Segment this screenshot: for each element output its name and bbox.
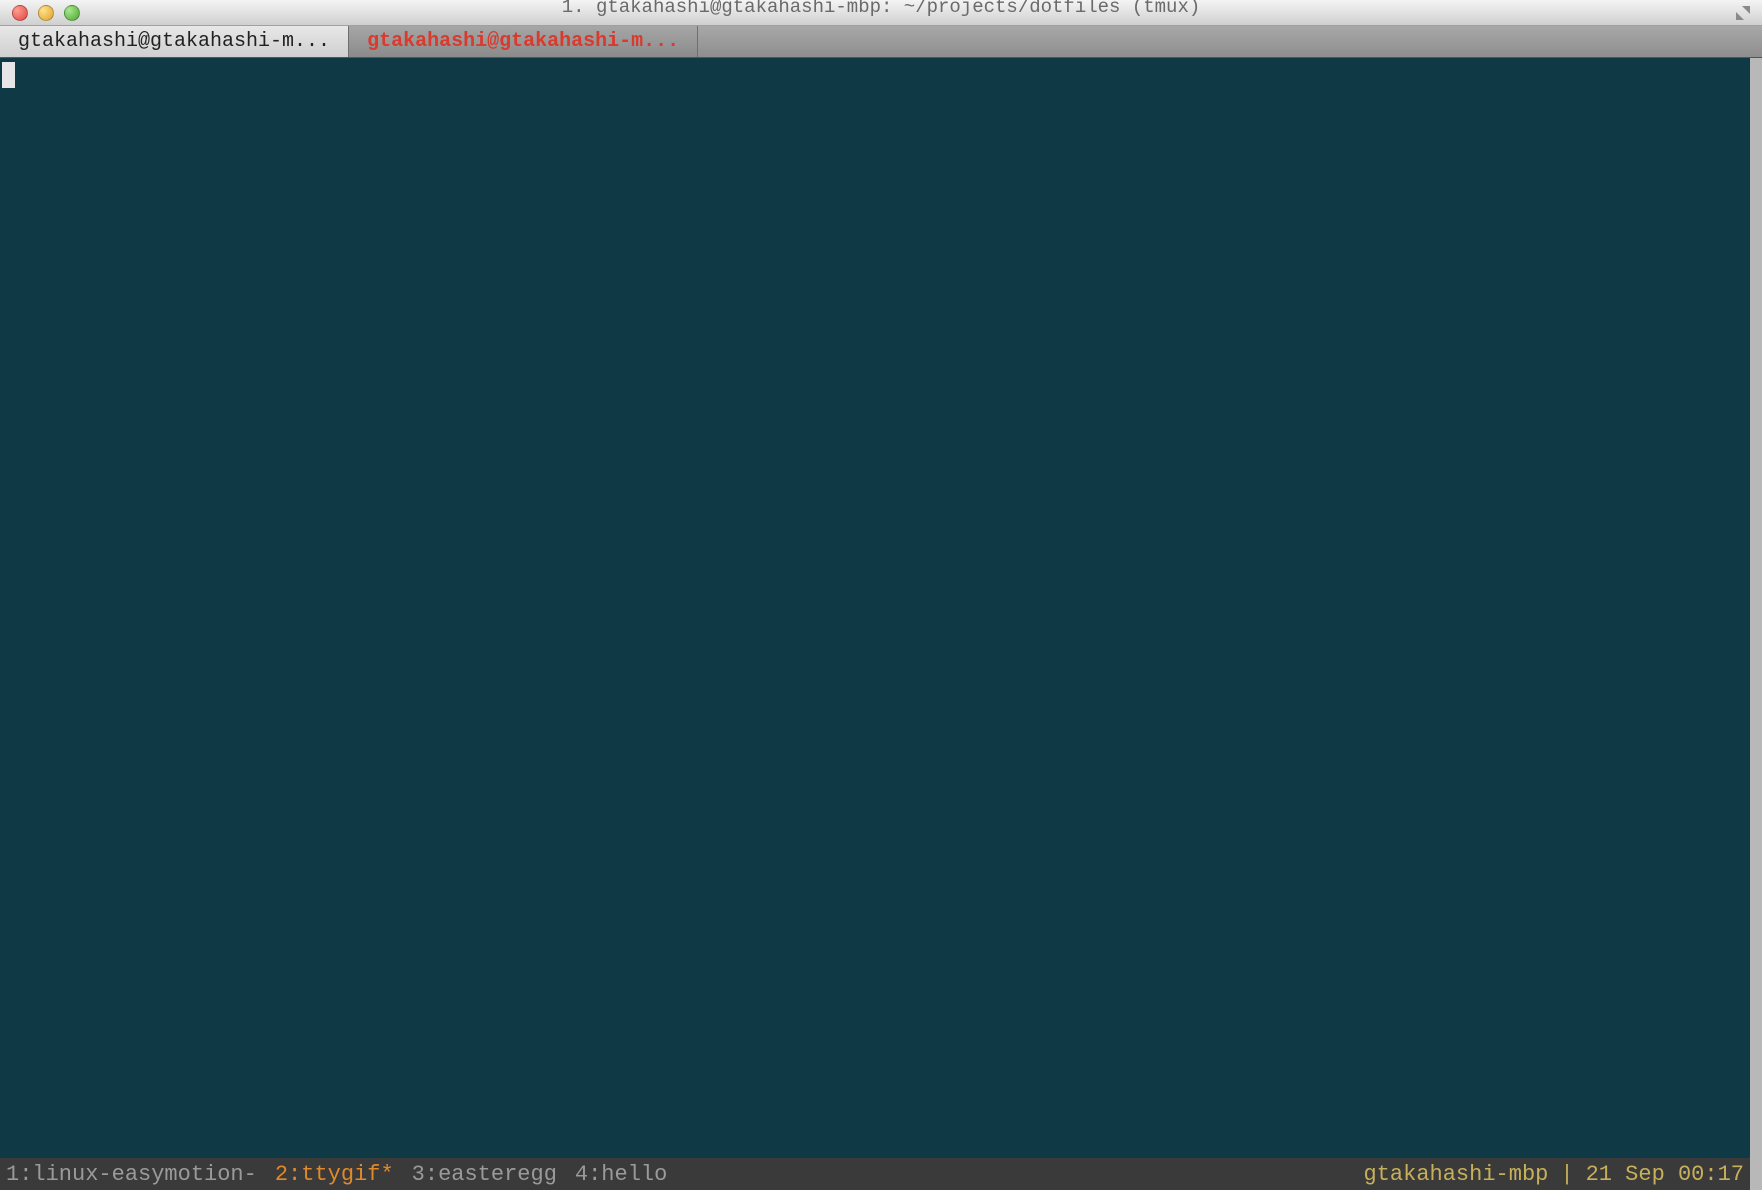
terminal-tab-2[interactable]: gtakahashi@gtakahashi-m... bbox=[349, 26, 698, 57]
window-titlebar: 1. gtakahashi@gtakahashi-mbp: ~/projects… bbox=[0, 0, 1762, 26]
main-area: 1:linux-easymotion- 2:ttygif* 3:eastereg… bbox=[0, 58, 1762, 1190]
close-window-icon[interactable] bbox=[12, 5, 28, 21]
tab-label: gtakahashi@gtakahashi-m... bbox=[18, 30, 330, 53]
terminal-viewport[interactable] bbox=[0, 58, 1750, 1158]
tmux-window-2[interactable]: 2:ttygif* bbox=[275, 1162, 394, 1187]
tab-label: gtakahashi@gtakahashi-m... bbox=[367, 30, 679, 53]
minimize-window-icon[interactable] bbox=[38, 5, 54, 21]
tab-bar: gtakahashi@gtakahashi-m... gtakahashi@gt… bbox=[0, 26, 1762, 58]
terminal-cursor bbox=[2, 62, 15, 88]
terminal-tab-1[interactable]: gtakahashi@gtakahashi-m... bbox=[0, 26, 349, 57]
expand-icon[interactable] bbox=[1734, 4, 1752, 22]
titlebar-right bbox=[1734, 4, 1762, 22]
tmux-hostname: gtakahashi-mbp bbox=[1364, 1162, 1549, 1187]
tmux-status-right: gtakahashi-mbp | 21 Sep 00:17 bbox=[1364, 1162, 1744, 1187]
window-title: 1. gtakahashi@gtakahashi-mbp: ~/projects… bbox=[562, 0, 1201, 18]
window-resize-edge[interactable] bbox=[1750, 58, 1762, 1190]
tmux-window-3[interactable]: 3:easteregg bbox=[412, 1162, 557, 1187]
tmux-window-list: 1:linux-easymotion- 2:ttygif* 3:eastereg… bbox=[6, 1162, 667, 1187]
tmux-separator: | bbox=[1560, 1162, 1573, 1187]
traffic-lights bbox=[0, 5, 80, 21]
tmux-window-1[interactable]: 1:linux-easymotion- bbox=[6, 1162, 257, 1187]
tmux-status-bar: 1:linux-easymotion- 2:ttygif* 3:eastereg… bbox=[0, 1158, 1750, 1190]
tmux-datetime: 21 Sep 00:17 bbox=[1586, 1162, 1744, 1187]
zoom-window-icon[interactable] bbox=[64, 5, 80, 21]
tmux-window-4[interactable]: 4:hello bbox=[575, 1162, 667, 1187]
